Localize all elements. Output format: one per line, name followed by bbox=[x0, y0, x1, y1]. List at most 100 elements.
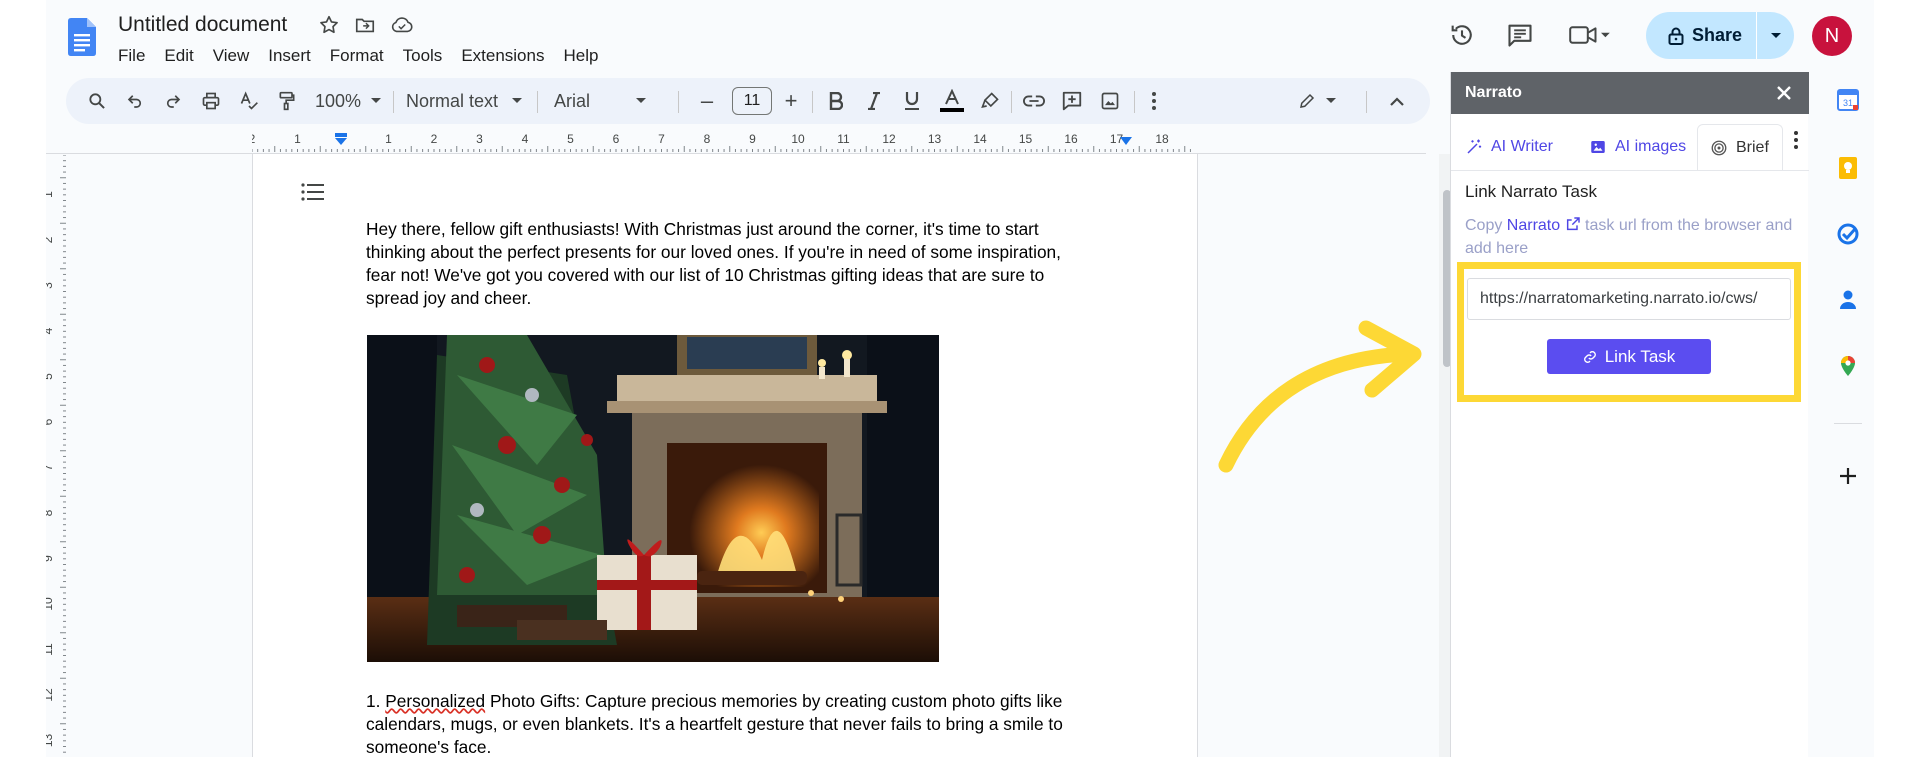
avatar[interactable]: N bbox=[1812, 16, 1852, 56]
ruler-label: 13 bbox=[46, 734, 55, 748]
text-color-icon bbox=[939, 89, 965, 113]
hide-menus-button[interactable] bbox=[1384, 78, 1410, 124]
share-main[interactable]: Share bbox=[1646, 12, 1756, 59]
vertical-ruler[interactable]: 12345678910111213 bbox=[46, 154, 66, 757]
ruler-label: 2 bbox=[252, 133, 256, 146]
print-button[interactable] bbox=[198, 78, 224, 124]
star-icon[interactable] bbox=[318, 14, 340, 36]
zoom-select[interactable]: 100% bbox=[308, 78, 388, 124]
link-task-button[interactable]: Link Task bbox=[1547, 339, 1711, 374]
cloud-saved-icon[interactable] bbox=[390, 14, 414, 36]
indent-marker-icon[interactable] bbox=[334, 133, 348, 150]
increase-font-size-button[interactable]: + bbox=[778, 78, 804, 124]
tab-ai-images[interactable]: AI images bbox=[1589, 124, 1686, 170]
panel-title: Narrato bbox=[1465, 84, 1522, 101]
ruler-label: 8 bbox=[704, 133, 711, 146]
italic-button[interactable] bbox=[861, 78, 887, 124]
toolbar-divider bbox=[537, 91, 538, 113]
menu-help[interactable]: Help bbox=[563, 44, 608, 68]
ruler-label: 10 bbox=[791, 133, 805, 146]
document-outline-icon[interactable] bbox=[301, 182, 325, 202]
ruler-label: 14 bbox=[973, 133, 987, 146]
misspelled-word[interactable]: Personalized bbox=[385, 691, 485, 711]
font-size-input[interactable]: 11 bbox=[732, 87, 772, 115]
bold-button[interactable] bbox=[823, 78, 849, 124]
italic-icon bbox=[867, 92, 881, 110]
insert-link-button[interactable] bbox=[1020, 78, 1048, 124]
narrato-link[interactable]: Narrato bbox=[1507, 217, 1560, 234]
chevron-up-icon bbox=[1390, 96, 1404, 106]
highlight-color-button[interactable] bbox=[977, 78, 1003, 124]
formatting-toolbar: 100% Normal text Arial – 11 + bbox=[66, 78, 1430, 124]
share-options-button[interactable] bbox=[1757, 12, 1794, 59]
link-task-label: Link Task bbox=[1604, 346, 1676, 366]
style-select[interactable]: Normal text bbox=[402, 78, 532, 124]
menu-insert[interactable]: Insert bbox=[268, 44, 321, 68]
spellcheck-icon bbox=[239, 91, 259, 111]
font-select[interactable]: Arial bbox=[550, 78, 650, 124]
menu-extensions[interactable]: Extensions bbox=[461, 44, 554, 68]
add-icon[interactable] bbox=[1836, 464, 1860, 488]
caret-down-icon bbox=[371, 98, 382, 104]
menu-view[interactable]: View bbox=[213, 44, 260, 68]
share-button[interactable]: Share bbox=[1646, 12, 1794, 59]
ruler-label: 5 bbox=[46, 373, 55, 380]
right-indent-marker-icon[interactable] bbox=[1119, 137, 1133, 152]
ruler-label: 8 bbox=[46, 509, 55, 516]
move-folder-icon[interactable] bbox=[354, 14, 376, 36]
paint-format-button[interactable] bbox=[274, 78, 300, 124]
docs-logo-icon[interactable] bbox=[68, 18, 96, 56]
text-color-button[interactable] bbox=[937, 78, 967, 124]
tab-ai-writer[interactable]: AI Writer bbox=[1465, 124, 1553, 170]
toolbar-divider bbox=[1366, 91, 1367, 113]
more-options-button[interactable] bbox=[1144, 78, 1164, 124]
intro-paragraph[interactable]: Hey there, fellow gift enthusiasts! With… bbox=[366, 218, 1066, 310]
ruler-label: 2 bbox=[431, 133, 438, 146]
maps-icon[interactable] bbox=[1836, 354, 1860, 378]
meet-icon[interactable] bbox=[1568, 21, 1612, 49]
spellcheck-button[interactable] bbox=[236, 78, 262, 124]
more-vert-icon[interactable] bbox=[1793, 130, 1799, 150]
contacts-icon[interactable] bbox=[1836, 288, 1860, 312]
document-title[interactable]: Untitled document bbox=[118, 13, 287, 37]
christmas-fireplace-image[interactable] bbox=[367, 335, 939, 662]
comment-icon[interactable] bbox=[1506, 21, 1534, 49]
history-icon[interactable] bbox=[1448, 21, 1476, 49]
decrease-font-size-button[interactable]: – bbox=[694, 78, 720, 124]
caret-down-icon bbox=[512, 98, 523, 104]
ruler-label: 6 bbox=[46, 418, 55, 425]
toolbar-divider bbox=[393, 91, 394, 113]
close-icon[interactable] bbox=[1773, 82, 1795, 104]
app-frame: Untitled document File Edit View Insert … bbox=[46, 0, 1874, 757]
target-icon bbox=[1710, 139, 1728, 157]
tab-brief[interactable]: Brief bbox=[1697, 124, 1783, 170]
keep-icon[interactable] bbox=[1836, 156, 1860, 180]
menu-file[interactable]: File bbox=[118, 44, 155, 68]
menu-format[interactable]: Format bbox=[330, 44, 394, 68]
search-menus-button[interactable] bbox=[84, 78, 110, 124]
tabs-divider bbox=[1451, 170, 1809, 171]
caret-down-icon bbox=[636, 98, 646, 104]
insert-image-button[interactable] bbox=[1096, 78, 1124, 124]
external-link-icon[interactable] bbox=[1565, 216, 1581, 232]
document-page[interactable]: Hey there, fellow gift enthusiasts! With… bbox=[252, 154, 1198, 757]
tab-label: AI Writer bbox=[1491, 138, 1553, 155]
title-icons bbox=[318, 14, 414, 36]
redo-button[interactable] bbox=[160, 78, 186, 124]
horizontal-ruler[interactable]: 21123456789101112131415161718 bbox=[249, 132, 1196, 153]
add-comment-button[interactable] bbox=[1058, 78, 1086, 124]
bold-icon bbox=[829, 92, 843, 110]
editing-mode-button[interactable] bbox=[1292, 78, 1342, 124]
task-url-input[interactable]: https://narratomarketing.narrato.io/cws/ bbox=[1467, 278, 1791, 320]
tasks-icon[interactable] bbox=[1836, 222, 1860, 246]
menu-edit[interactable]: Edit bbox=[164, 44, 203, 68]
ruler-label: 10 bbox=[46, 597, 55, 611]
menu-tools[interactable]: Tools bbox=[403, 44, 453, 68]
undo-button[interactable] bbox=[122, 78, 148, 124]
underline-button[interactable] bbox=[899, 78, 925, 124]
tab-label: AI images bbox=[1615, 138, 1687, 155]
ruler-label: 1 bbox=[294, 133, 301, 146]
image-icon bbox=[1100, 91, 1120, 111]
calendar-icon[interactable]: 31 bbox=[1836, 88, 1860, 112]
list-item-1[interactable]: 1. Personalized Photo Gifts: Capture pre… bbox=[366, 690, 1066, 757]
